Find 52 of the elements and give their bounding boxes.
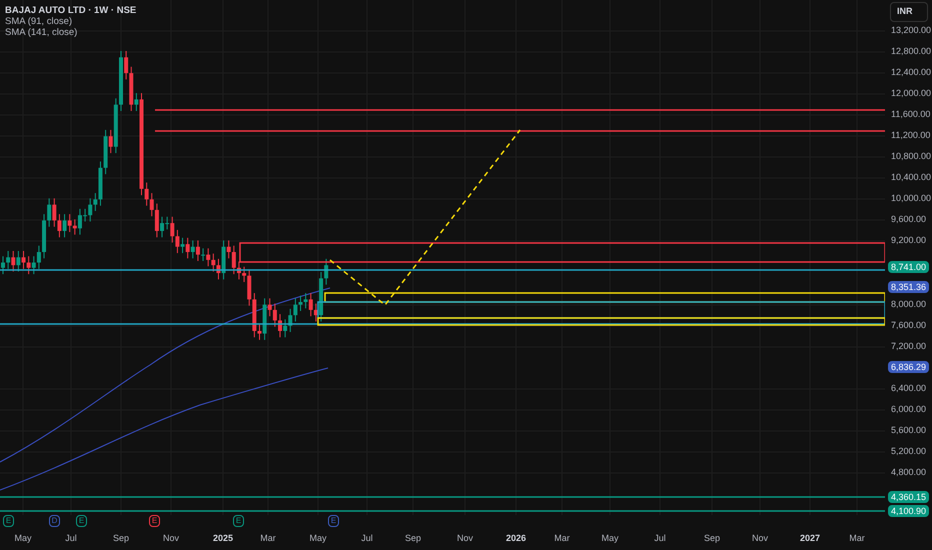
time-axis-label: Sep bbox=[405, 533, 421, 544]
event-marker-icon[interactable]: E bbox=[328, 515, 339, 527]
price-badge: 8,351.36 bbox=[888, 281, 929, 293]
indicator-label: SMA (91, close) bbox=[5, 16, 74, 27]
price-axis-label: 13,200.00 bbox=[891, 25, 932, 36]
currency-button[interactable]: INR bbox=[890, 2, 928, 22]
price-axis-label: 10,000.00 bbox=[891, 193, 932, 204]
price-axis-label: 8,000.00 bbox=[891, 299, 926, 310]
price-axis-label: 10,400.00 bbox=[891, 172, 932, 183]
time-axis-label: Jul bbox=[361, 533, 373, 544]
time-axis-label: Mar bbox=[849, 533, 865, 544]
time-axis-label: Nov bbox=[163, 533, 179, 544]
price-axis-label: 6,400.00 bbox=[891, 383, 926, 394]
price-axis-label: 7,200.00 bbox=[891, 341, 926, 352]
time-axis-label: Mar bbox=[554, 533, 570, 544]
price-badge: 6,836.29 bbox=[888, 361, 929, 373]
price-badge: 4,100.90 bbox=[888, 505, 929, 517]
price-axis-label: 11,200.00 bbox=[891, 130, 930, 141]
time-axis-label: May bbox=[14, 533, 32, 544]
time-axis-label: May bbox=[602, 533, 618, 544]
price-axis-label: 5,600.00 bbox=[891, 425, 926, 436]
event-marker-icon[interactable]: E bbox=[76, 515, 87, 527]
time-axis-label: Nov bbox=[752, 533, 768, 544]
time-axis-label: Sep bbox=[113, 533, 129, 544]
time-axis-label: Mar bbox=[260, 533, 276, 544]
time-axis-label: 2026 bbox=[506, 533, 526, 544]
price-badge: 8,741.00 bbox=[888, 261, 929, 273]
event-marker-icon[interactable]: E bbox=[149, 515, 160, 527]
price-axis-label: 10,800.00 bbox=[891, 151, 932, 162]
event-marker-icon[interactable]: D bbox=[49, 515, 60, 527]
time-axis-label: Jul bbox=[654, 533, 666, 544]
price-axis-label: 11,600.00 bbox=[891, 109, 930, 120]
event-marker-icon[interactable]: E bbox=[233, 515, 244, 527]
time-axis-label: 2027 bbox=[800, 533, 820, 544]
price-axis-label: 7,600.00 bbox=[891, 320, 926, 331]
indicator-label: SMA (141, close) bbox=[5, 27, 78, 38]
price-badge: 4,360.15 bbox=[888, 491, 929, 503]
price-axis-label: 9,200.00 bbox=[891, 235, 926, 246]
price-axis-label: 9,600.00 bbox=[891, 214, 926, 225]
symbol-title: BAJAJ AUTO LTD · 1W · NSE bbox=[5, 5, 136, 16]
time-axis-label: 2025 bbox=[212, 533, 234, 544]
price-axis-label: 5,200.00 bbox=[891, 446, 926, 457]
time-axis-label: Nov bbox=[457, 533, 473, 544]
price-axis-label: 12,800.00 bbox=[891, 46, 932, 57]
price-axis-label: 4,800.00 bbox=[891, 467, 926, 478]
time-axis-label: Sep bbox=[704, 533, 720, 544]
price-axis-label: 12,400.00 bbox=[891, 67, 932, 78]
price-axis-label: 12,000.00 bbox=[891, 88, 932, 99]
time-axis-label: May bbox=[310, 533, 326, 544]
event-marker-icon[interactable]: E bbox=[3, 515, 14, 527]
time-axis-label: Jul bbox=[65, 533, 77, 544]
price-axis-label: 6,000.00 bbox=[891, 404, 926, 415]
